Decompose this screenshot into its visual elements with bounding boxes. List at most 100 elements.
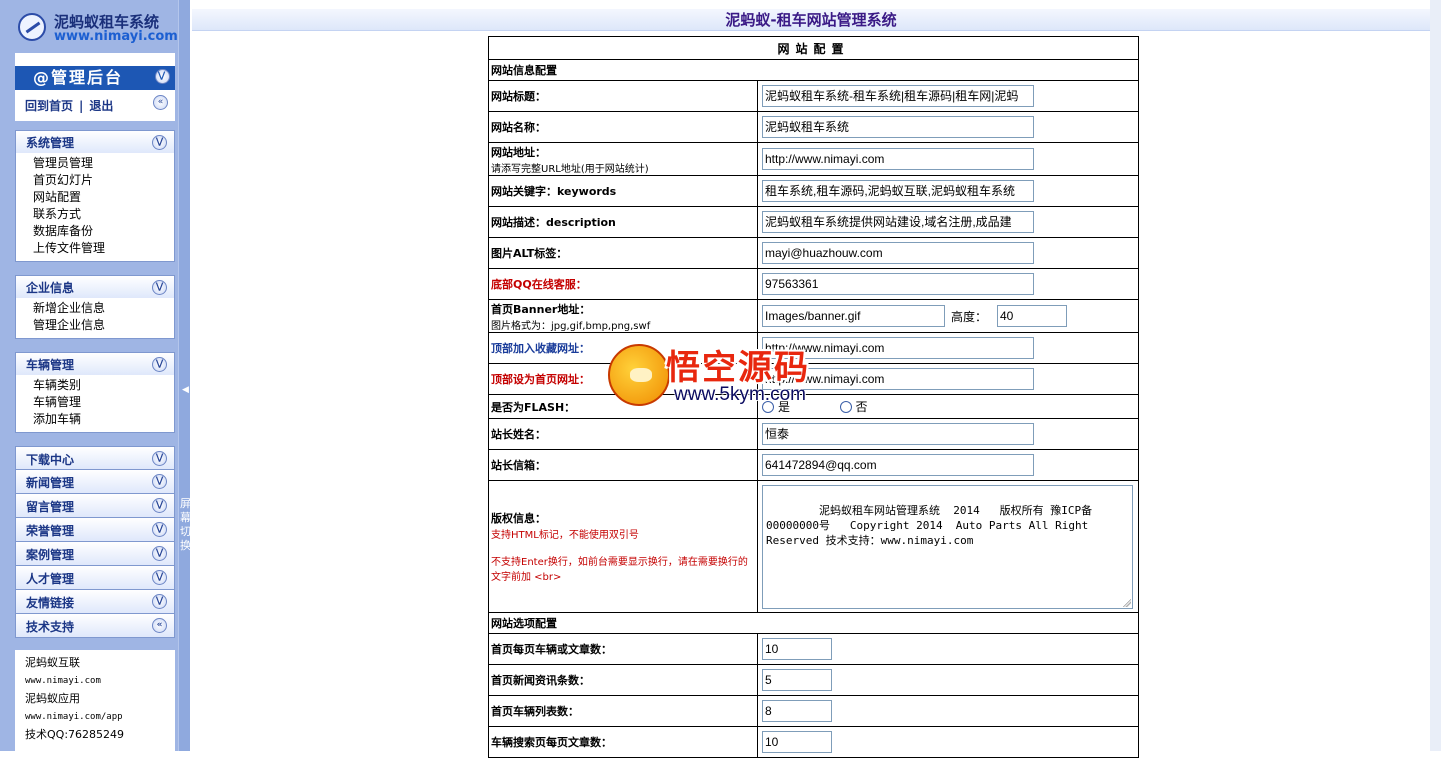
panel-vehicle: 车辆管理 ⋁ 车辆类别 车辆管理 添加车辆: [15, 352, 175, 433]
description-input[interactable]: 泥蚂蚁租车系统提供网站建设,域名注册,成品建: [762, 211, 1034, 233]
sidebar-item-admin[interactable]: 管理员管理: [33, 155, 174, 172]
section-site-info: 网站信息配置: [487, 59, 1140, 81]
panel-honors[interactable]: 荣誉管理 ⋁: [15, 518, 175, 542]
chevron-down-icon[interactable]: ⋁: [152, 570, 167, 585]
alt-input[interactable]: mayi@huazhouw.com: [762, 242, 1034, 264]
chevron-down-icon[interactable]: ⋁: [152, 474, 167, 489]
site-name-input[interactable]: 泥蚂蚁租车系统: [762, 116, 1034, 138]
description-label: 网站描述：description: [488, 206, 758, 238]
panel-download[interactable]: 下载中心 ⋁: [15, 446, 175, 470]
chevron-down-icon[interactable]: ⋁: [152, 280, 167, 295]
support-link-app-url[interactable]: www.nimayi.com/app: [25, 708, 175, 726]
home-count-input[interactable]: 10: [762, 638, 832, 660]
support-link-app[interactable]: 泥蚂蚁应用: [25, 690, 175, 708]
home-link[interactable]: 回到首页: [25, 99, 73, 113]
collapse-sidebar-icon[interactable]: «: [153, 95, 168, 110]
chevron-down-icon[interactable]: ⋁: [152, 546, 167, 561]
banner-hint: 图片格式为：jpg,gif,bmp,png,swf: [491, 320, 651, 332]
panel-news[interactable]: 新闻管理 ⋁: [15, 470, 175, 494]
banner-label: 首页Banner地址：: [491, 302, 591, 316]
panel-support[interactable]: 技术支持 «: [15, 614, 175, 638]
resize-grip-icon[interactable]: [1123, 598, 1131, 607]
panel-system-title: 系统管理: [26, 136, 75, 150]
panel-cases[interactable]: 案例管理 ⋁: [15, 542, 175, 566]
chevron-down-icon[interactable]: ⋁: [152, 135, 167, 150]
sidebar-item-backup[interactable]: 数据库备份: [33, 223, 174, 240]
sidebar-item-add-company[interactable]: 新增企业信息: [33, 300, 174, 317]
banner-cell: 首页Banner地址： 图片格式为：jpg,gif,bmp,png,swf: [488, 299, 758, 333]
logout-link[interactable]: 退出: [89, 99, 113, 113]
home-count-label: 首页每页车辆或文章数：: [488, 633, 758, 665]
banner-input[interactable]: Images/banner.gif: [762, 305, 945, 327]
site-title-label: 网站标题：: [488, 80, 758, 112]
homepage-url-input[interactable]: http://www.nimayi.com: [762, 368, 1034, 390]
keywords-input[interactable]: 租车系统,租车源码,泥蚂蚁互联,泥蚂蚁租车系统: [762, 180, 1034, 202]
sidebar-item-contact[interactable]: 联系方式: [33, 206, 174, 223]
sidebar-item-vehicle-add[interactable]: 添加车辆: [33, 411, 174, 428]
chevron-down-icon[interactable]: ⋁: [155, 69, 170, 84]
chevron-down-icon[interactable]: ⋁: [152, 498, 167, 513]
chevron-down-icon[interactable]: ⋁: [152, 357, 167, 372]
email-input[interactable]: 641472894@qq.com: [762, 454, 1034, 476]
panel-vehicle-header[interactable]: 车辆管理 ⋁: [16, 353, 174, 375]
collapsed-panels: 下载中心 ⋁ 新闻管理 ⋁ 留言管理 ⋁ 荣誉管理 ⋁ 案例管理 ⋁ 人才管理 ⋁ 友情链接…: [15, 446, 175, 638]
sidebar-item-site-config[interactable]: 网站配置: [33, 189, 174, 206]
email-label: 站长信箱：: [488, 449, 758, 481]
support-links: 泥蚂蚁互联 www.nimayi.com 泥蚂蚁应用 www.nimayi.co…: [15, 650, 175, 751]
site-url-hint: 请添写完整URL地址(用于网站统计): [491, 163, 649, 175]
banner-height-input[interactable]: 40: [997, 305, 1067, 327]
sidebar-item-vehicle-category[interactable]: 车辆类别: [33, 377, 174, 394]
flash-yes-radio[interactable]: [762, 400, 774, 413]
panel-messages[interactable]: 留言管理 ⋁: [15, 494, 175, 518]
copyright-text: 泥蚂蚁租车网站管理系统 2014 版权所有 豫ICP备00000000号 Cop…: [766, 503, 1095, 547]
config-table: 网站配置 网站信息配置 网站标题： 泥蚂蚁租车系统-租车系统|租车源码|租车网|…: [487, 36, 1140, 758]
panel-vehicle-title: 车辆管理: [26, 358, 75, 372]
sidebar-item-manage-company[interactable]: 管理企业信息: [33, 317, 174, 334]
panel-friend-links[interactable]: 友情链接 ⋁: [15, 590, 175, 614]
qq-input[interactable]: 97563361: [762, 273, 1034, 295]
news-count-label: 首页新闻资讯条数：: [488, 664, 758, 696]
support-link-site[interactable]: www.nimayi.com: [25, 672, 175, 690]
chevron-down-icon[interactable]: ⋁: [152, 522, 167, 537]
keywords-label: 网站关键字：keywords: [488, 175, 758, 207]
chevron-down-icon[interactable]: ⋁: [152, 451, 167, 466]
screen-switch-label[interactable]: 屏幕切换: [180, 497, 191, 553]
flash-label: 是否为FLASH：: [488, 394, 758, 419]
favorite-url-input[interactable]: http://www.nimayi.com: [762, 337, 1034, 359]
sidebar-item-slides[interactable]: 首页幻灯片: [33, 172, 174, 189]
screen-switch-bar[interactable]: ◀ 屏幕切换: [178, 0, 191, 751]
search-count-label: 车辆搜索页每页文章数：: [488, 726, 758, 758]
site-name-label: 网站名称：: [488, 111, 758, 143]
panel-system-header[interactable]: 系统管理 ⋁: [16, 131, 174, 153]
site-title-input[interactable]: 泥蚂蚁租车系统-租车系统|租车源码|租车网|泥蚂: [762, 85, 1034, 107]
owner-label: 站长姓名：: [488, 418, 758, 450]
news-count-input[interactable]: 5: [762, 669, 832, 691]
copyright-label: 版权信息：: [491, 512, 546, 525]
panel-talent[interactable]: 人才管理 ⋁: [15, 566, 175, 590]
admin-title-text: @管理后台: [33, 68, 124, 87]
sidebar-item-vehicle-manage[interactable]: 车辆管理: [33, 394, 174, 411]
search-count-input[interactable]: 10: [762, 731, 832, 753]
chevron-left-icon[interactable]: ◀: [182, 385, 189, 395]
car-count-input[interactable]: 8: [762, 700, 832, 722]
config-table-title: 网站配置: [487, 36, 1140, 60]
homepage-url-label: 顶部设为首页网址：: [488, 363, 758, 395]
flash-no-radio[interactable]: [839, 400, 852, 413]
panel-cases-title: 案例管理: [26, 548, 75, 562]
panel-system: 系统管理 ⋁ 管理员管理 首页幻灯片 网站配置 联系方式 数据库备份 上传文件管…: [15, 130, 175, 262]
panel-company-header[interactable]: 企业信息 ⋁: [16, 276, 174, 298]
chevron-down-icon[interactable]: ⋁: [152, 594, 167, 609]
logo-emblem: [18, 13, 46, 41]
panel-messages-title: 留言管理: [26, 500, 75, 514]
panel-news-title: 新闻管理: [26, 476, 75, 490]
car-count-label: 首页车辆列表数：: [488, 695, 758, 727]
copyright-textarea[interactable]: 泥蚂蚁租车网站管理系统 2014 版权所有 豫ICP备00000000号 Cop…: [762, 484, 1133, 609]
site-url-input[interactable]: http://www.nimayi.com: [762, 148, 1034, 170]
copyright-hint-html: 支持HTML标记，不能使用双引号: [491, 530, 639, 541]
support-link-company[interactable]: 泥蚂蚁互联: [25, 654, 175, 672]
panel-friend-links-title: 友情链接: [26, 596, 75, 610]
sidebar-item-uploads[interactable]: 上传文件管理: [33, 240, 174, 257]
chevron-up-icon[interactable]: «: [152, 618, 167, 633]
flash-yes-label: 是: [778, 400, 791, 414]
owner-input[interactable]: 恒泰: [762, 423, 1034, 445]
